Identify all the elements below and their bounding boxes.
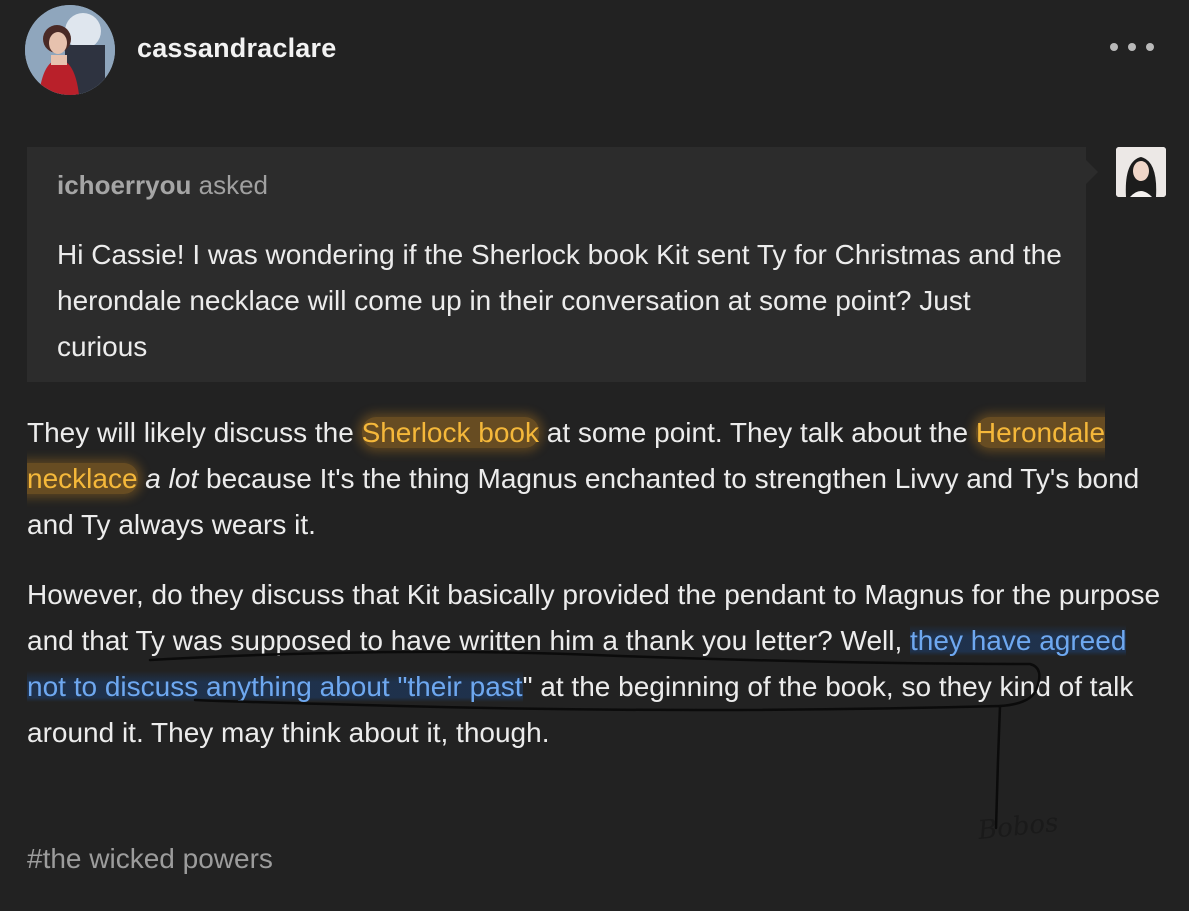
answer-paragraph-1: They will likely discuss the Sherlock bo… bbox=[27, 410, 1162, 548]
ellipsis-icon[interactable] bbox=[1110, 36, 1154, 58]
ellipsis-dot bbox=[1128, 43, 1136, 51]
ellipsis-dot bbox=[1146, 43, 1154, 51]
author-username[interactable]: cassandraclare bbox=[137, 33, 336, 64]
answer-text: They will likely discuss the bbox=[27, 417, 362, 448]
post-tag[interactable]: #the wicked powers bbox=[27, 843, 273, 875]
asker-line: ichoerryou asked bbox=[57, 170, 268, 201]
asker-avatar[interactable] bbox=[1116, 147, 1166, 197]
ellipsis-dot bbox=[1110, 43, 1118, 51]
ask-box-pointer bbox=[1086, 160, 1098, 184]
highlight-sherlock-book: Sherlock book bbox=[361, 417, 539, 448]
asker-name[interactable]: ichoerryou bbox=[57, 170, 191, 200]
emphasis-a-lot: a lot bbox=[145, 463, 199, 494]
tumblr-post: cassandraclare ichoerryou asked Hi Cassi… bbox=[0, 0, 1189, 911]
handwritten-note: Bobos bbox=[976, 807, 1060, 847]
answer-text: at some point. They talk about the bbox=[539, 417, 976, 448]
author-avatar[interactable] bbox=[25, 5, 115, 95]
ask-question: Hi Cassie! I was wondering if the Sherlo… bbox=[57, 239, 1062, 362]
answer-paragraph-2: However, do they discuss that Kit basica… bbox=[27, 572, 1162, 756]
asked-label: asked bbox=[198, 170, 268, 200]
